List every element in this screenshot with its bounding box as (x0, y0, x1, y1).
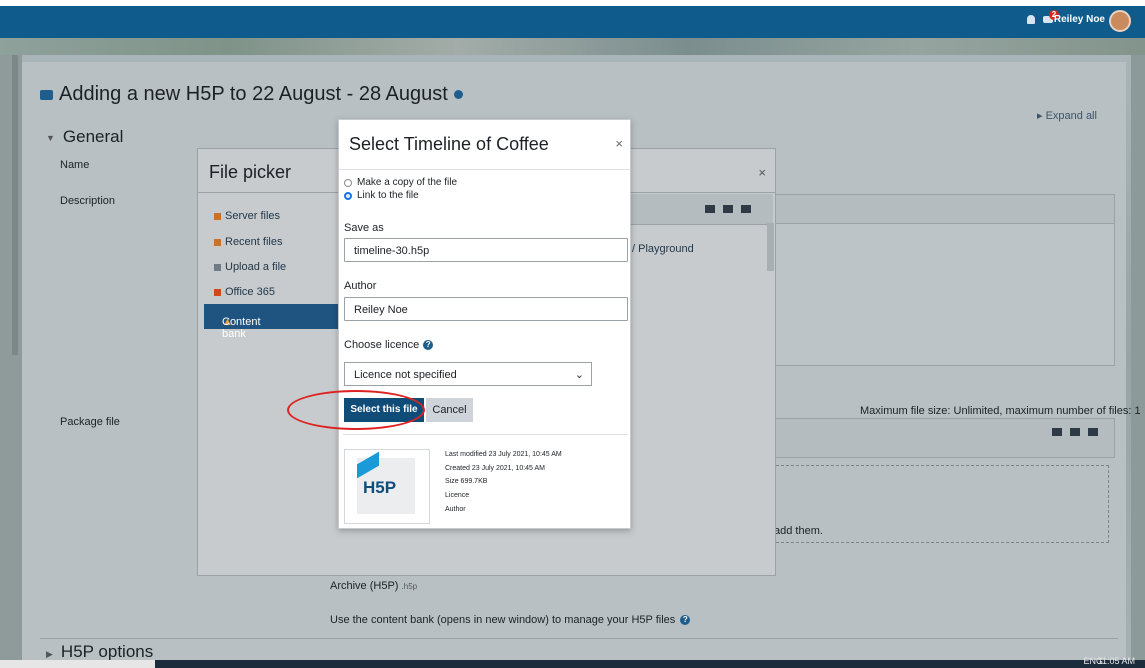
cancel-button[interactable]: Cancel (426, 398, 473, 422)
h5p-icon (40, 89, 53, 100)
recent-files-icon (214, 238, 221, 246)
page-title: Adding a new H5P to 22 August - 28 Augus… (40, 83, 463, 106)
h5p-logo: H5P (363, 478, 397, 497)
grid-view-icon[interactable] (705, 205, 715, 213)
option-link-file[interactable]: Link to the file (344, 190, 419, 201)
repo-recent-files[interactable]: Recent files (214, 236, 282, 248)
file-dropzone[interactable] (776, 465, 1109, 543)
option-copy-file[interactable]: Make a copy of the file (344, 177, 457, 188)
expand-all-label: Expand all (1045, 110, 1097, 122)
section-divider (40, 638, 1118, 639)
author-input[interactable]: Reiley Noe (344, 297, 628, 321)
name-label: Name (60, 159, 90, 171)
archive-label: Archive (H5P) (330, 580, 399, 592)
author-label: Author (344, 280, 377, 292)
chevron-right-icon: ▶ (46, 649, 53, 659)
file-picker-close-icon[interactable]: × (758, 165, 766, 180)
section-general-label: General (62, 127, 124, 146)
filemanager-view-buttons[interactable] (1052, 428, 1098, 436)
file-picker-title: File picker (209, 162, 292, 182)
max-file-size: Maximum file size: Unlimited, maximum nu… (860, 405, 1141, 417)
licence-select[interactable]: Licence not specified ⌄ (344, 362, 592, 386)
taskbar-search[interactable] (0, 660, 155, 668)
licence-label: Choose licence (344, 339, 420, 351)
office365-icon (214, 288, 221, 296)
screen: 2 Reiley Noe Adding a new H5P to 22 Augu… (0, 0, 1145, 668)
course-banner (0, 38, 1145, 55)
meta-licence: Licence (445, 492, 470, 499)
content-bank-note-text: Use the content bank (opens in new windo… (330, 614, 676, 626)
avatar[interactable] (1109, 10, 1131, 32)
radio-link[interactable] (344, 191, 352, 200)
package-file-label: Package file (60, 416, 120, 428)
highlight-annotation (287, 390, 425, 430)
repo-label: Upload a file (225, 261, 287, 273)
grid-view-icon[interactable] (1052, 428, 1062, 436)
clock[interactable]: 11:05 AM (1098, 656, 1135, 666)
bell-icon[interactable] (1027, 15, 1035, 24)
meta-author: Author (445, 506, 466, 513)
accepted-types: Archive (H5P) .h5p (330, 580, 417, 592)
help-icon[interactable]: ? (423, 340, 434, 350)
chevron-down-icon: ⌄ (574, 369, 584, 381)
browser-strip (0, 0, 1145, 6)
left-edge (0, 55, 22, 660)
list-view-icon[interactable] (723, 205, 733, 213)
description-editor[interactable] (776, 223, 1115, 366)
option-link-label: Link to the file (357, 190, 419, 201)
filemanager-toolbar (776, 418, 1115, 458)
option-copy-label: Make a copy of the file (357, 177, 458, 188)
archive-ext: .h5p (401, 582, 418, 591)
folder-view-icon[interactable] (1088, 428, 1098, 436)
repo-server-files[interactable]: Server files (214, 210, 280, 222)
playground-item[interactable]: / Playground (632, 243, 694, 255)
server-files-icon (214, 212, 221, 220)
picker-scrollbar[interactable] (767, 223, 774, 271)
save-as-input[interactable]: timeline-30.h5p (344, 238, 628, 262)
select-file-dialog: Select Timeline of Coffee × Make a copy … (338, 119, 631, 529)
divider (339, 169, 630, 170)
help-icon[interactable]: ? (680, 615, 691, 625)
meta-last-modified: Last modified 23 July 2021, 10:45 AM (445, 451, 562, 458)
meta-size: Size 699.7KB (445, 478, 488, 485)
view-buttons[interactable] (705, 205, 751, 213)
repo-office365[interactable]: Office 365 (214, 286, 275, 298)
section-general[interactable]: ▼ General (46, 127, 123, 147)
divider (343, 434, 628, 435)
save-as-label: Save as (344, 222, 384, 234)
os-taskbar: ENG 11:05 AM (0, 656, 1145, 668)
description-label: Description (60, 195, 116, 207)
repo-label: Recent files (225, 236, 283, 248)
folder-view-icon[interactable] (741, 205, 751, 213)
list-view-icon[interactable] (1070, 428, 1080, 436)
repo-content-bank-label: Content bank (222, 316, 261, 340)
licence-label-row: Choose licence ? (344, 339, 434, 351)
upload-icon (214, 263, 221, 271)
repo-label: Office 365 (225, 286, 275, 298)
h5p-options-label: H5P options (60, 642, 154, 661)
content-bank-note[interactable]: Use the content bank (opens in new windo… (330, 614, 691, 626)
help-icon[interactable] (453, 90, 463, 99)
radio-copy[interactable] (344, 178, 352, 187)
expand-all-link[interactable]: ▸ Expand all (1037, 109, 1097, 122)
user-name[interactable]: Reiley Noe (1054, 14, 1105, 25)
dropzone-hint: add them. (774, 525, 823, 537)
chevron-down-icon: ▼ (46, 132, 55, 143)
file-thumbnail: H5P (344, 449, 430, 524)
right-edge (1131, 55, 1145, 660)
meta-created: Created 23 July 2021, 10:45 AM (445, 465, 546, 472)
playground-label: Playground (638, 243, 694, 255)
description-editor-toolbar (776, 194, 1115, 224)
repo-content-bank[interactable]: ▲ Content bank (204, 304, 344, 340)
repo-label: Server files (225, 210, 281, 222)
page-title-text: Adding a new H5P to 22 August - 28 Augus… (59, 83, 448, 105)
close-icon[interactable]: × (615, 136, 623, 151)
page-scrollbar[interactable] (12, 55, 18, 355)
top-navbar: 2 Reiley Noe (0, 0, 1145, 38)
dialog-title: Select Timeline of Coffee (349, 134, 549, 154)
repo-upload[interactable]: Upload a file (214, 261, 286, 273)
section-h5p-options[interactable]: ▶ H5P options (46, 642, 153, 662)
licence-value: Licence not specified (354, 369, 457, 381)
